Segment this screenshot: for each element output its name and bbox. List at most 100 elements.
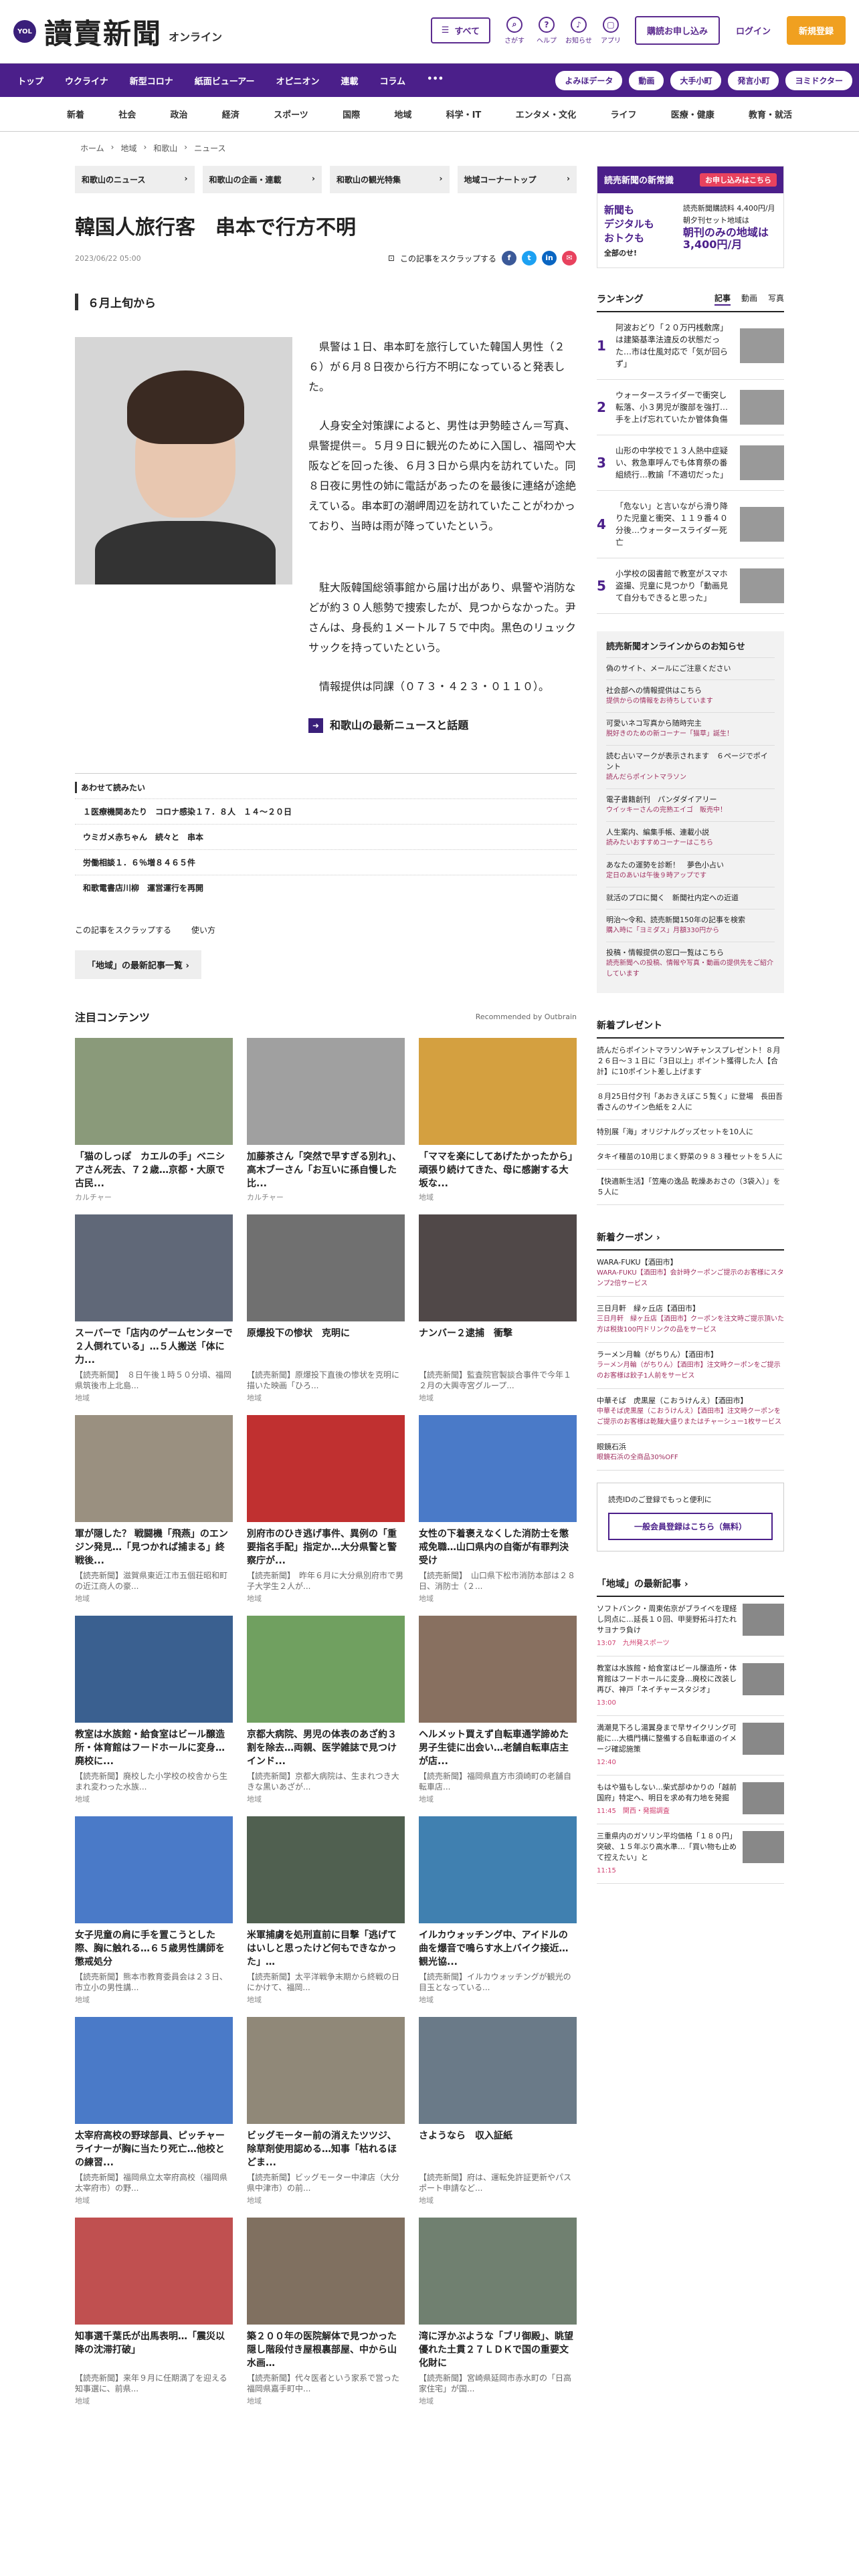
category-tab[interactable]: 和歌山の企画・連載 › (202, 166, 322, 193)
present-item[interactable]: タキイ種苗の10用じまく野菜の９８３種セットを５人に (597, 1145, 784, 1170)
register-free-button[interactable]: 一般会員登録はこちら（無料） (608, 1513, 773, 1540)
content-card[interactable]: 「ママを楽にしてあげたかったから」頑張り続けてきた、母に感謝する大坂な... 地域 (419, 1038, 577, 1202)
content-card[interactable]: 京都大病院、男児の体表のあざ約３割を除去…両親、医学雑誌で見つけインド... 【読… (247, 1616, 405, 1804)
local-news-item[interactable]: 教室は水族館・給食室はビール醸造所・体育館はフードホールに変身…廃校に改装し再び… (597, 1656, 784, 1716)
nav-item[interactable]: トップ (7, 74, 54, 87)
content-card[interactable]: ナンバー２逮捕 衝撃 【読売新聞】監査院官製談合事件で今年１２月の大興寺宮グループ… (419, 1214, 577, 1403)
section-tab[interactable]: 地域 (394, 108, 411, 120)
content-card[interactable]: 知事選千葉氏が出馬表明…「震災以降の沈滞打破」 【読売新聞】来年９月に任期満了を迎… (75, 2218, 233, 2406)
nav-item[interactable]: 紙面ビューアー (184, 74, 266, 87)
section-tab[interactable]: 国際 (343, 108, 360, 120)
notice-item[interactable]: 就活のプロに聞く 新聞社内定への近道 (606, 887, 775, 909)
section-tab[interactable]: 医療・健康 (671, 108, 714, 120)
nav-item[interactable]: ウクライナ (54, 74, 119, 87)
coupon-item[interactable]: 眼鏡石浜 眼鏡石浜の全商品30%OFF (597, 1435, 784, 1471)
content-card[interactable]: 女子児童の肩に手を置こうとした際、胸に触れる…６５歳男性講師を懲戒処分 【読売新聞… (75, 1816, 233, 2005)
local-news-item[interactable]: もはや猫もしない…柴式部ゆかりの「越前国府」特定へ、明日を求め有力地を発掘 11:… (597, 1776, 784, 1824)
notice-item[interactable]: 人生案内、編集手帳、連載小説 読みたいおすすめコーナーはこちら (606, 821, 775, 854)
content-card[interactable]: 米軍捕虜を処刑直前に目撃「逃げてはいしと思ったけど何もできなかった」… 【読売新聞… (247, 1816, 405, 2005)
nav-pill[interactable]: ヨミドクター (785, 70, 852, 90)
howto-link[interactable]: 使い方 (191, 924, 215, 936)
content-card[interactable]: 加藤茶さん「突然で早すぎる別れ」、高木ブーさん「お互いに孫自慢した比... カルチ… (247, 1038, 405, 1202)
content-card[interactable]: 女性の下着褒えなくした消防士を懲戒免職…山口県内の自衛が有罪判決受け 【読売新聞】… (419, 1415, 577, 1604)
content-card[interactable]: 「猫のしっぽ カエルの手」ベニシアさん死去、７２歳…京都・大原で古民... カルチ… (75, 1038, 233, 1202)
local-news-item[interactable]: 満潮見下ろし湯翼身まで早サイクリング可能に…大橋門構に整備する自転車道のイメージ… (597, 1716, 784, 1776)
app-button[interactable]: ▢ アプリ (596, 16, 626, 45)
region-latest-button[interactable]: 「地域」の最新記事一覧 › (75, 950, 201, 979)
notice-item[interactable]: 社会部への情報提供はこちら 提供からの情報をお待ちしています (606, 679, 775, 712)
related-link[interactable]: 労働相談１．６％増８４６５件 (75, 849, 577, 875)
ranking-item[interactable]: 2 ウォータースライダーで衝突し転落、小３男児が腹部を強打…手を上げ忘れていたか管… (597, 380, 784, 435)
login-button[interactable]: ログイン (729, 17, 777, 43)
content-card[interactable]: 太宰府高校の野球部員、ピッチャーライナーが胸に当たり死亡…他校との練習... 【読… (75, 2017, 233, 2206)
help-button[interactable]: ? ヘルプ (532, 16, 561, 45)
nav-pill[interactable]: 大手小町 (670, 70, 722, 90)
twitter-icon[interactable]: t (522, 251, 537, 265)
subscription-promo[interactable]: 読売新聞の新常識 お申し込みはこちら 新聞も デジタルも おトクも 全部のせ! 読… (597, 166, 784, 268)
related-link[interactable]: １医療機関あたり コロナ感染１７．８人 １４〜２０日 (75, 798, 577, 824)
section-tab[interactable]: 政治 (171, 108, 188, 120)
section-tab[interactable]: 新着 (67, 108, 84, 120)
coupon-item[interactable]: 中華そば 虎黒屋（こおうけんえ）【酒田市】 中華そば虎黒屋（こおうけんえ）【酒田市… (597, 1389, 784, 1435)
bell-button[interactable]: ♪ お知らせ (564, 16, 593, 45)
section-tab[interactable]: ライフ (610, 108, 636, 120)
scrap-link-bottom[interactable]: この記事をスクラップする (75, 924, 171, 936)
promo-cta-button[interactable]: お申し込みはこちら (700, 173, 777, 187)
section-tab[interactable]: 教育・就活 (749, 108, 792, 120)
present-item[interactable]: 【快適新生活】「笠庵の逸品 乾燥あおさの（3袋入）」を５人に (597, 1170, 784, 1205)
linkedin-icon[interactable]: in (542, 251, 557, 265)
related-link[interactable]: ウミガメ赤ちゃん 続々と 串本 (75, 824, 577, 849)
content-card[interactable]: ビッグモーター前の消えたツツジ、除草剤使用認める…知事「枯れるほどま... 【読売… (247, 2017, 405, 2206)
ranking-tab[interactable]: 動画 (741, 292, 757, 306)
subscribe-button[interactable]: 購読お申し込み (634, 16, 720, 45)
scrap-icon[interactable]: ⊡ (388, 253, 395, 263)
outbrain-label[interactable]: Recommended by Outbrain (476, 1012, 577, 1021)
ranking-tab[interactable]: 写真 (768, 292, 784, 306)
ranking-tab[interactable]: 記事 (714, 292, 731, 306)
content-card[interactable]: さようなら 収入証紙 【読売新聞】府は、運転免許証更新やパスポート申請など... 地… (419, 2017, 577, 2206)
facebook-icon[interactable]: f (502, 251, 516, 265)
present-item[interactable]: ８月25日付夕刊「あおきえぼこ５覧く」に登場 長田吾香さんのサイン色紙を２人に (597, 1085, 784, 1120)
logo-badge[interactable]: YOL (13, 20, 36, 43)
section-tab[interactable]: 社会 (118, 108, 136, 120)
breadcrumb-item[interactable]: 和歌山 (153, 142, 177, 154)
coupon-item[interactable]: 三日月軒 緑ヶ丘店【酒田市】 三日月軒 緑ヶ丘店【酒田市】クーポンを注文時ご提示頂… (597, 1297, 784, 1343)
content-card[interactable]: 別府市のひき逃げ事件、異例の「重要指名手配」指定か…大分県警と警察庁が... 【読… (247, 1415, 405, 1604)
related-link[interactable]: 和歌電書店川柳 運営運行を再開 (75, 875, 577, 900)
coupon-item[interactable]: ラーメン月輪（がちりん）【酒田市】 ラーメン月輪（がちりん）【酒田市】注文時クーポ… (597, 1343, 784, 1389)
ranking-item[interactable]: 5 小学校の図書館で教室がスマホ盗撮、児童に見つかり「動画見て自分もできると思った… (597, 558, 784, 614)
content-card[interactable]: 築２００年の医院解体で見つかった隠し階段付き屋根裏部屋、中から山水画… 【読売新聞… (247, 2218, 405, 2406)
content-card[interactable]: イルカウォッチング中、アイドルの曲を爆音で鳴らす水上バイク接近…観光協... 【読… (419, 1816, 577, 2005)
ranking-item[interactable]: 1 阿波おどり「２０万円桟敷席」は建築基準法違反の状態だった…市は仕風対応で「気が… (597, 312, 784, 380)
search-button[interactable]: ⌕ さがす (500, 16, 529, 45)
category-tab[interactable]: 和歌山のニュース › (75, 166, 195, 193)
coupon-title[interactable]: 新着クーポン › (597, 1230, 784, 1251)
notice-item[interactable]: 明治〜令和、読売新聞150年の記事を検索 購入時に「ヨミダス」月額330円から (606, 909, 775, 942)
present-item[interactable]: 特別展「海」オリジナルグッズセットを10人に (597, 1120, 784, 1145)
breadcrumb-item[interactable]: 地域 (120, 142, 136, 154)
notice-item[interactable]: 電子書籍創刊 パンダダイアリー ウイッキーさんの完熟エイゴ 販売中！ (606, 788, 775, 821)
local-news-item[interactable]: 三重県内のガソリン平均価格「１８０円」突破、１５年ぶり高水準…「買い物も止めて控… (597, 1824, 784, 1884)
more-news-link[interactable]: ➜ 和歌山の最新ニュースと話題 (308, 716, 577, 736)
section-tab[interactable]: スポーツ (274, 108, 308, 120)
category-tab[interactable]: 和歌山の観光特集 › (330, 166, 450, 193)
nav-pill[interactable]: 発言小町 (728, 70, 779, 90)
local-title[interactable]: 「地域」の最新記事 › (597, 1577, 784, 1597)
breadcrumb-item[interactable]: ホーム (80, 142, 104, 154)
nav-item[interactable]: オピニオン (265, 74, 330, 87)
content-card[interactable]: 軍が隠した？ 戦闘機「飛燕」のエンジン発見…「見つかれば捕まる」終戦後... 【読… (75, 1415, 233, 1604)
mail-icon[interactable]: ✉ (562, 251, 577, 265)
notice-item[interactable]: あなたの運勢を診断！ 夢色小占い 定日のあいは午後９時アップです (606, 854, 775, 887)
notice-item[interactable]: 投稿・情報提供の窓口一覧はこちら 読売新聞への投稿、情報や写真・動画の提供先をご紹… (606, 942, 775, 985)
coupon-item[interactable]: WARA-FUKU【酒田市】 WARA-FUKU【酒田市】会計時クーポンご提示のお… (597, 1251, 784, 1297)
content-card[interactable]: 教室は水族館・給食室はビール醸造所・体育館はフードホールに変身…廃校に... 【読… (75, 1616, 233, 1804)
content-card[interactable]: スーパーで「店内のゲームセンターで２人倒れている」…５人搬送「体に力... 【読売… (75, 1214, 233, 1403)
menu-button[interactable]: ☰ すべて (430, 17, 490, 43)
nav-item[interactable]: ••• (416, 74, 454, 87)
nav-item[interactable]: コラム (369, 74, 417, 87)
present-item[interactable]: 読んだらポイントマラソンWチャンスプレゼント！８月２６日〜３１日に「3日以上」ポ… (597, 1039, 784, 1085)
nav-item[interactable]: 連載 (330, 74, 369, 87)
nav-pill[interactable]: 動画 (629, 70, 664, 90)
register-button[interactable]: 新規登録 (786, 16, 846, 45)
ranking-item[interactable]: 3 山形の中学校で１３人熱中症疑い、救急車呼んでも体育祭の番組続行…教諭「不適切だ… (597, 435, 784, 491)
